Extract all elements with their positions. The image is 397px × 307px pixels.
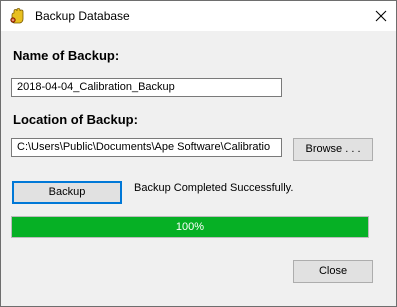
- close-icon[interactable]: [366, 1, 396, 31]
- backup-location-field[interactable]: C:\Users\Public\Documents\Ape Software\C…: [11, 138, 282, 157]
- close-button[interactable]: Close: [293, 260, 373, 283]
- browse-button[interactable]: Browse . . .: [293, 138, 373, 161]
- backup-database-window: Backup Database Name of Backup: 2018-04-…: [0, 0, 397, 307]
- backup-button[interactable]: Backup: [12, 181, 122, 204]
- window-title: Backup Database: [35, 9, 130, 23]
- progress-percent-text: 100%: [175, 221, 205, 233]
- backup-status-text: Backup Completed Successfully.: [134, 182, 294, 194]
- title-bar[interactable]: Backup Database: [1, 1, 396, 31]
- app-icon: [9, 8, 27, 24]
- backup-name-label: Name of Backup:: [13, 48, 120, 63]
- backup-location-label: Location of Backup:: [13, 112, 138, 127]
- backup-progress-bar: 100%: [11, 216, 369, 238]
- backup-name-field[interactable]: 2018-04-04_Calibration_Backup: [11, 78, 282, 97]
